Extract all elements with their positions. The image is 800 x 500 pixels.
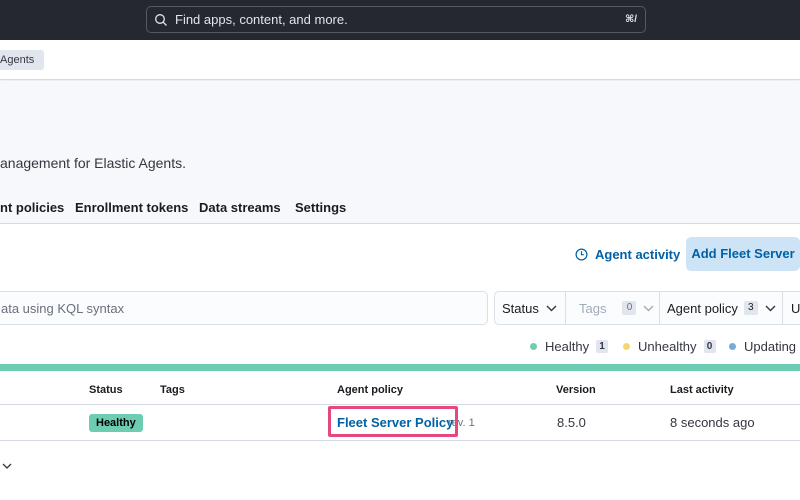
agent-policy-filter-label: Agent policy	[667, 300, 738, 316]
breadcrumb: Agents	[0, 40, 800, 80]
search-icon	[155, 14, 167, 26]
version-cell: 8.5.0	[557, 415, 586, 430]
column-header-status[interactable]: Status	[89, 384, 123, 396]
tab-agent-policies[interactable]: nt policies	[0, 200, 64, 215]
agent-policy-count-badge: 3	[743, 301, 758, 315]
search-shortcut-hint: ⌘/	[624, 14, 637, 25]
agent-health-bar	[0, 364, 800, 371]
tags-filter-label: Tags	[579, 300, 607, 316]
page-description: anagement for Elastic Agents.	[0, 155, 186, 171]
column-header-tags: Tags	[160, 384, 185, 396]
status-filter-label: Status	[502, 300, 539, 316]
clock-icon	[575, 247, 588, 261]
legend-updating: Updating	[729, 338, 796, 354]
chevron-down-icon	[765, 305, 776, 311]
legend-label: Updating	[744, 338, 797, 354]
tab-data-streams[interactable]: Data streams	[199, 200, 281, 215]
filter-divider	[659, 292, 660, 324]
more-filter-label: U	[791, 300, 800, 316]
column-header-last-activity[interactable]: Last activity	[670, 384, 734, 396]
tags-count-badge: 0	[622, 301, 637, 315]
last-activity-cell: 8 seconds ago	[670, 415, 755, 430]
legend-count: 1	[596, 339, 609, 353]
filter-divider	[565, 292, 566, 324]
agent-policy-filter-button[interactable]: Agent policy 3	[667, 292, 776, 324]
updating-dot	[729, 342, 736, 350]
global-search-input[interactable]: Find apps, content, and more. ⌘/	[146, 6, 646, 33]
filter-group: Status Tags 0 Agent policy 3 U	[494, 291, 800, 325]
tab-settings[interactable]: Settings	[295, 200, 346, 215]
chevron-down-icon[interactable]	[2, 463, 12, 470]
healthy-dot	[530, 342, 537, 350]
tab-enrollment-tokens[interactable]: Enrollment tokens	[75, 200, 188, 215]
legend-count: 0	[703, 339, 716, 353]
highlight-box	[328, 406, 458, 437]
filter-divider	[782, 292, 783, 324]
table-divider	[0, 404, 800, 405]
agent-activity-label: Agent activity	[595, 246, 681, 262]
legend-unhealthy: Unhealthy 0	[623, 338, 716, 354]
top-header: Find apps, content, and more. ⌘/	[0, 0, 800, 40]
status-filter-button[interactable]: Status	[502, 292, 557, 324]
tags-filter-button[interactable]: Tags 0	[579, 292, 654, 324]
chevron-down-icon	[643, 305, 654, 311]
legend-label: Unhealthy	[638, 338, 697, 354]
more-filter-button[interactable]: U	[791, 292, 800, 324]
kql-placeholder: ata using KQL syntax	[1, 301, 125, 316]
unhealthy-dot	[623, 342, 630, 350]
search-placeholder: Find apps, content, and more.	[175, 12, 348, 27]
agent-activity-button[interactable]: Agent activity	[575, 244, 680, 264]
legend-label: Healthy	[545, 338, 590, 354]
kql-search-input[interactable]: ata using KQL syntax	[0, 291, 488, 325]
breadcrumb-item-agents[interactable]: Agents	[0, 50, 45, 70]
legend-healthy: Healthy 1	[530, 338, 609, 354]
add-fleet-server-button[interactable]: Add Fleet Server	[686, 237, 800, 271]
status-badge: Healthy	[89, 414, 143, 432]
chevron-down-icon	[546, 305, 557, 311]
table-divider	[0, 440, 800, 441]
column-header-version[interactable]: Version	[556, 384, 596, 396]
column-header-agent-policy[interactable]: Agent policy	[337, 384, 403, 396]
